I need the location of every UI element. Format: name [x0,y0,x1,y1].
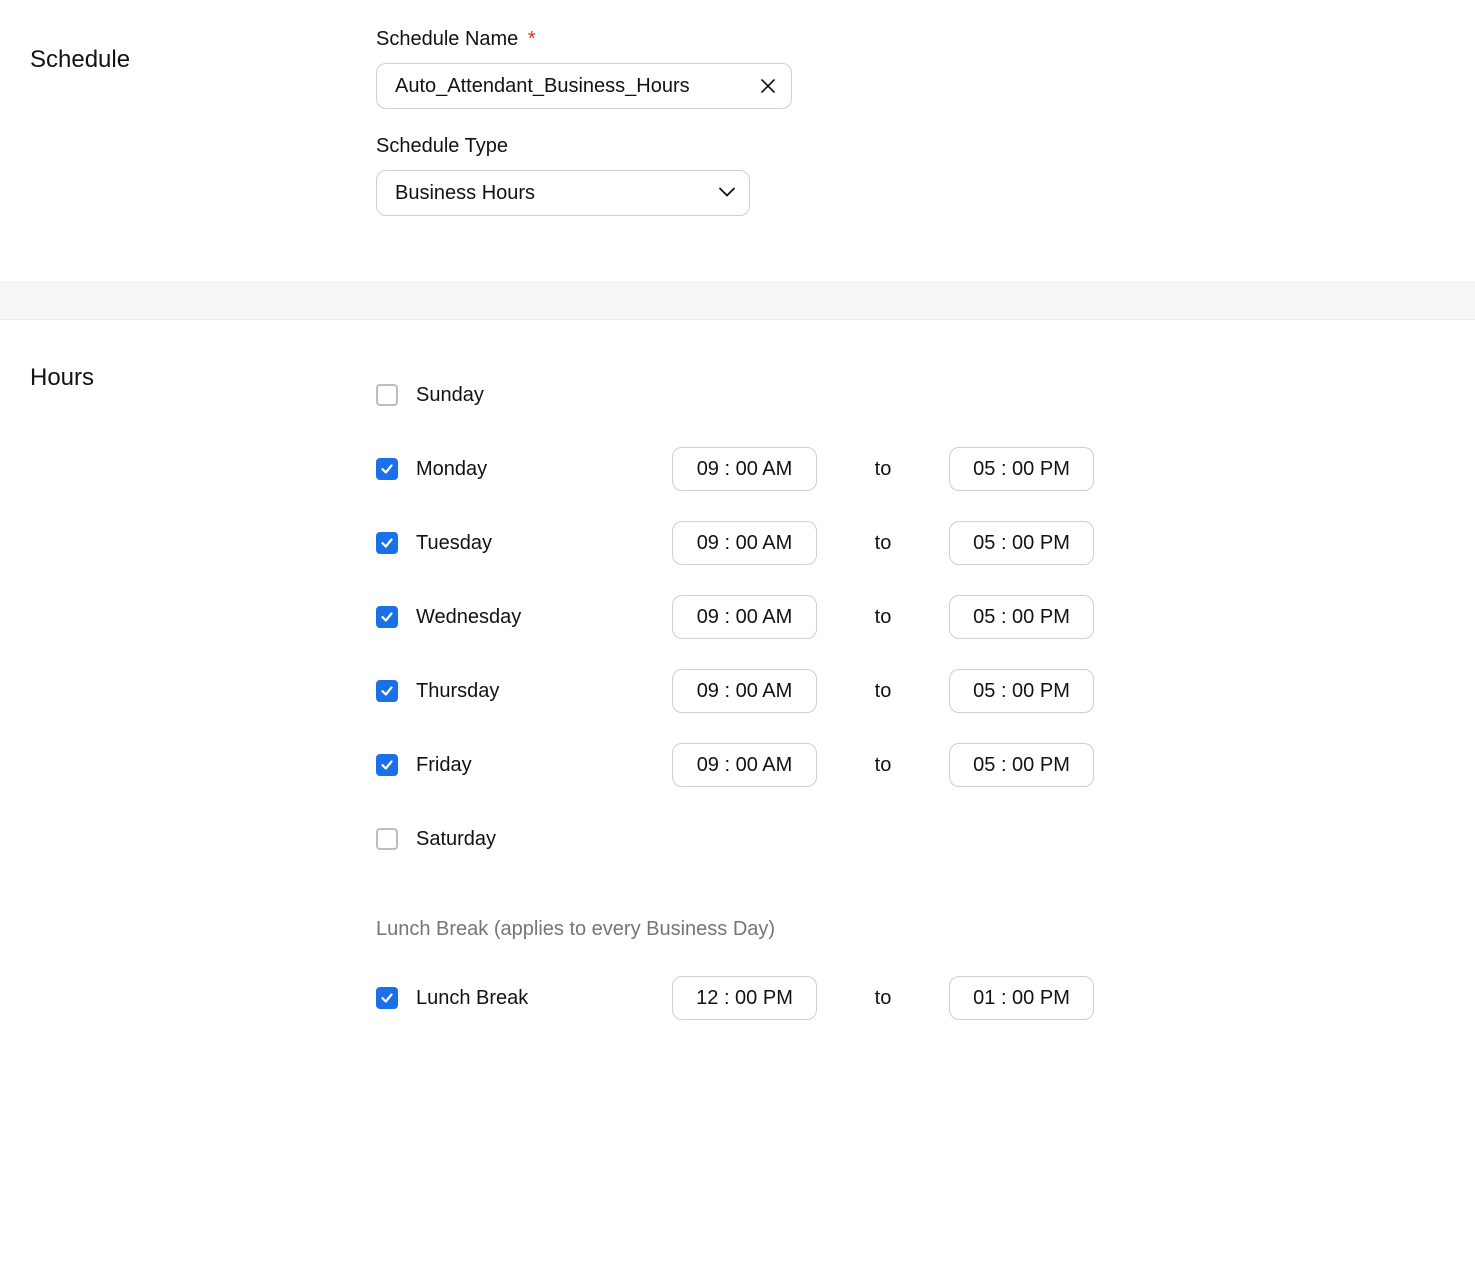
checkmark-icon [380,610,394,624]
start-time-friday[interactable]: 09 : 00 AM [672,743,817,787]
clear-schedule-name-button[interactable] [756,74,780,98]
end-time-wednesday[interactable]: 05 : 00 PM [949,595,1094,639]
start-time-tuesday[interactable]: 09 : 00 AM [672,521,817,565]
end-time-lunch[interactable]: 01 : 00 PM [949,976,1094,1020]
start-time-thursday[interactable]: 09 : 00 AM [672,669,817,713]
label-schedule-type: Schedule Type [376,135,1445,158]
to-label: to [817,680,949,703]
day-label-sunday: Sunday [416,384,672,407]
day-row-monday: Monday09 : 00 AMto05 : 00 PM [376,432,1445,506]
day-row-tuesday: Tuesday09 : 00 AMto05 : 00 PM [376,506,1445,580]
checkbox-friday[interactable] [376,754,398,776]
field-schedule-name: Schedule Name * [376,28,1445,109]
select-schedule-type[interactable]: Business Hours [376,170,750,216]
day-label-monday: Monday [416,458,672,481]
lunch-break-row: Lunch Break12 : 00 PMto01 : 00 PM [376,961,1445,1035]
day-row-saturday: Saturday [376,802,1445,876]
select-schedule-type-value: Business Hours [395,182,535,205]
day-label-tuesday: Tuesday [416,532,672,555]
to-label: to [817,987,949,1010]
label-schedule-name: Schedule Name * [376,28,1445,51]
day-label-friday: Friday [416,754,672,777]
checkmark-icon [380,462,394,476]
day-label-saturday: Saturday [416,828,672,851]
section-schedule: Schedule Schedule Name * Schedule Type B… [0,0,1475,282]
lunch-break-label: Lunch Break [416,987,672,1010]
checkmark-icon [380,684,394,698]
section-divider [0,282,1475,320]
end-time-tuesday[interactable]: 05 : 00 PM [949,521,1094,565]
day-row-friday: Friday09 : 00 AMto05 : 00 PM [376,728,1445,802]
required-marker: * [528,28,536,50]
to-label: to [817,754,949,777]
checkbox-wednesday[interactable] [376,606,398,628]
end-time-friday[interactable]: 05 : 00 PM [949,743,1094,787]
heading-hours: Hours [30,358,376,392]
checkmark-icon [380,991,394,1005]
to-label: to [817,458,949,481]
day-row-sunday: Sunday [376,358,1445,432]
checkbox-sunday[interactable] [376,384,398,406]
day-label-thursday: Thursday [416,680,672,703]
checkbox-saturday[interactable] [376,828,398,850]
to-label: to [817,532,949,555]
checkbox-monday[interactable] [376,458,398,480]
day-row-wednesday: Wednesday09 : 00 AMto05 : 00 PM [376,580,1445,654]
field-schedule-type: Schedule Type Business Hours [376,135,1445,216]
lunch-break-note: Lunch Break (applies to every Business D… [376,918,1445,941]
start-time-wednesday[interactable]: 09 : 00 AM [672,595,817,639]
to-label: to [817,606,949,629]
heading-schedule: Schedule [30,28,376,74]
checkmark-icon [380,536,394,550]
day-row-thursday: Thursday09 : 00 AMto05 : 00 PM [376,654,1445,728]
input-schedule-name[interactable] [376,63,792,109]
checkmark-icon [380,758,394,772]
start-time-lunch[interactable]: 12 : 00 PM [672,976,817,1020]
day-label-wednesday: Wednesday [416,606,672,629]
end-time-thursday[interactable]: 05 : 00 PM [949,669,1094,713]
x-icon [760,78,776,94]
end-time-monday[interactable]: 05 : 00 PM [949,447,1094,491]
checkbox-thursday[interactable] [376,680,398,702]
start-time-monday[interactable]: 09 : 00 AM [672,447,817,491]
checkbox-lunch-break[interactable] [376,987,398,1009]
checkbox-tuesday[interactable] [376,532,398,554]
section-hours: Hours SundayMonday09 : 00 AMto05 : 00 PM… [0,320,1475,1075]
